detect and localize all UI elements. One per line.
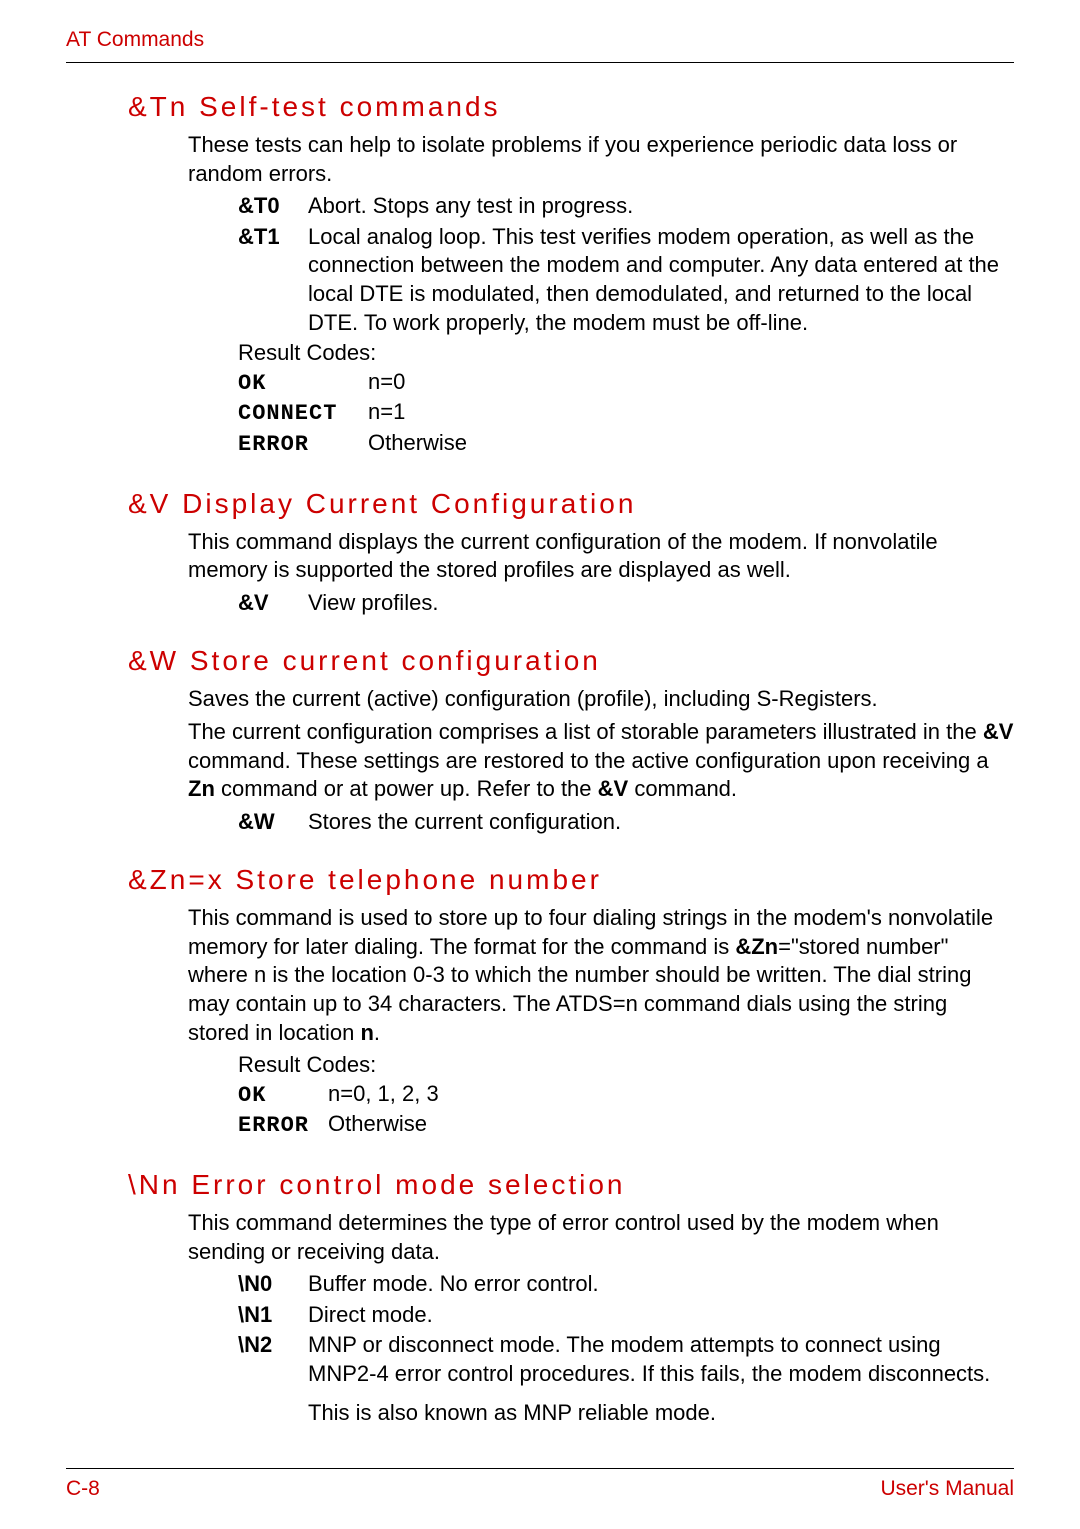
intro-w2-f: &V	[598, 776, 629, 801]
rc-row-tn-error: ERROR Otherwise	[238, 429, 1014, 460]
intro-w2-d: Zn	[188, 776, 215, 801]
rc-code: CONNECT	[238, 400, 368, 429]
def-row-n2: \N2 MNP or disconnect mode. The modem at…	[238, 1331, 1014, 1427]
heading-tn: &Tn Self-test commands	[128, 91, 1014, 123]
def-row-w: &W Stores the current configuration.	[238, 808, 1014, 837]
intro-w2-c: command. These settings are restored to …	[188, 748, 989, 773]
cmd-v: &V	[238, 589, 308, 618]
txt-n0: Buffer mode. No error control.	[308, 1270, 1014, 1299]
def-table-nn: \N0 Buffer mode. No error control. \N1 D…	[238, 1270, 1014, 1427]
intro-zn-e: .	[374, 1020, 380, 1045]
rc-row-zn-ok: OK n=0, 1, 2, 3	[238, 1080, 1014, 1111]
top-rule	[66, 62, 1014, 63]
txt-n1: Direct mode.	[308, 1301, 1014, 1330]
page-header: AT Commands	[66, 28, 1014, 63]
intro-v: This command displays the current config…	[188, 528, 1014, 585]
intro-w2-b: &V	[983, 719, 1014, 744]
intro-tn: These tests can help to isolate problems…	[188, 131, 1014, 188]
rc-val: Otherwise	[368, 429, 467, 458]
footer-right: User's Manual	[880, 1477, 1014, 1501]
txt-v: View profiles.	[308, 589, 1014, 618]
txt-t1: Local analog loop. This test verifies mo…	[308, 223, 1014, 337]
intro-w2-a: The current configuration comprises a li…	[188, 719, 983, 744]
rc-val: n=0, 1, 2, 3	[328, 1080, 439, 1109]
txt-n2: MNP or disconnect mode. The modem attemp…	[308, 1331, 1014, 1427]
heading-nn: \Nn Error control mode selection	[128, 1169, 1014, 1201]
def-row-t0: &T0 Abort. Stops any test in progress.	[238, 192, 1014, 221]
intro-zn-b: &Zn	[735, 934, 778, 959]
heading-v: &V Display Current Configuration	[128, 488, 1014, 520]
txt-n2-main: MNP or disconnect mode. The modem attemp…	[308, 1332, 990, 1386]
rc-code: OK	[238, 1082, 328, 1111]
rc-row-tn-ok: OK n=0	[238, 368, 1014, 399]
heading-zn: &Zn=x Store telephone number	[128, 864, 1014, 896]
page-footer: C-8 User's Manual	[66, 1477, 1014, 1501]
def-row-n0: \N0 Buffer mode. No error control.	[238, 1270, 1014, 1299]
cmd-t0: &T0	[238, 192, 308, 221]
def-table-w: &W Stores the current configuration.	[238, 808, 1014, 837]
intro-zn: This command is used to store up to four…	[188, 904, 1014, 1047]
def-row-t1: &T1 Local analog loop. This test verifie…	[238, 223, 1014, 337]
intro-w2-g: command.	[628, 776, 737, 801]
rc-code: ERROR	[238, 431, 368, 460]
heading-w: &W Store current configuration	[128, 645, 1014, 677]
def-row-n1: \N1 Direct mode.	[238, 1301, 1014, 1330]
bottom-rule	[66, 1468, 1014, 1469]
rc-row-zn-error: ERROR Otherwise	[238, 1110, 1014, 1141]
intro-zn-d: n	[360, 1020, 373, 1045]
header-title: AT Commands	[66, 28, 1014, 52]
cmd-t1: &T1	[238, 223, 308, 252]
def-table-tn: &T0 Abort. Stops any test in progress. &…	[238, 192, 1014, 337]
cmd-w: &W	[238, 808, 308, 837]
cmd-n2: \N2	[238, 1331, 308, 1360]
cmd-n1: \N1	[238, 1301, 308, 1330]
intro-w2: The current configuration comprises a li…	[188, 718, 1014, 804]
intro-w1: Saves the current (active) configuration…	[188, 685, 1014, 714]
txt-w: Stores the current configuration.	[308, 808, 1014, 837]
rc-val: n=0	[368, 368, 405, 397]
rc-label-tn: Result Codes:	[238, 339, 1014, 368]
intro-nn: This command determines the type of erro…	[188, 1209, 1014, 1266]
rc-code: ERROR	[238, 1112, 328, 1141]
txt-t0: Abort. Stops any test in progress.	[308, 192, 1014, 221]
footer-left: C-8	[66, 1477, 100, 1501]
rc-row-tn-connect: CONNECT n=1	[238, 398, 1014, 429]
txt-n2-note: This is also known as MNP reliable mode.	[308, 1400, 716, 1425]
rc-val: Otherwise	[328, 1110, 427, 1139]
def-row-v: &V View profiles.	[238, 589, 1014, 618]
rc-label-zn: Result Codes:	[238, 1051, 1014, 1080]
cmd-n0: \N0	[238, 1270, 308, 1299]
def-table-v: &V View profiles.	[238, 589, 1014, 618]
rc-val: n=1	[368, 398, 405, 427]
rc-code: OK	[238, 370, 368, 399]
intro-w2-e: command or at power up. Refer to the	[215, 776, 598, 801]
